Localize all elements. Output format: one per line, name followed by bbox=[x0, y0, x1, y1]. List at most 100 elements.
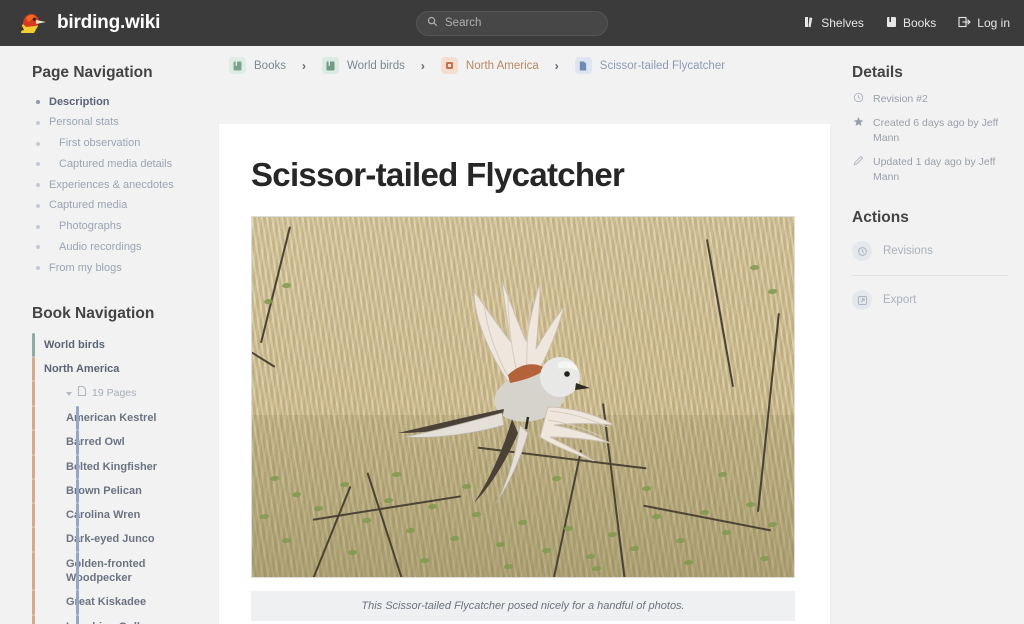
pagenav-item-captured-media[interactable]: Captured media bbox=[32, 196, 205, 217]
pencil-icon bbox=[852, 155, 864, 185]
detail-text: Updated 1 day ago by Jeff Mann bbox=[873, 155, 996, 183]
chapter-color-bar bbox=[32, 478, 35, 504]
breadcrumb-label: World birds bbox=[346, 59, 405, 72]
booknav-page-belted-kingfisher[interactable]: Belted Kingfisher bbox=[32, 454, 205, 479]
pagenav-item-description[interactable]: Description bbox=[32, 92, 205, 113]
search-container[interactable]: Search bbox=[416, 10, 608, 36]
nav-login[interactable]: Log in bbox=[958, 16, 1010, 31]
clock-icon bbox=[852, 92, 864, 108]
booknav-page-carolina-wren[interactable]: Carolina Wren bbox=[32, 503, 205, 528]
action-export[interactable]: Export bbox=[852, 290, 1008, 311]
booknav-page-american-kestrel[interactable]: American Kestrel bbox=[32, 405, 205, 431]
chapter-color-bar bbox=[32, 357, 35, 382]
nav-books[interactable]: Books bbox=[886, 16, 936, 31]
pagenav-label: Captured media bbox=[49, 199, 128, 212]
book-icon bbox=[229, 57, 246, 74]
page-navigation-list: Description Personal stats First observa… bbox=[32, 92, 205, 279]
brand[interactable]: birding.wiki bbox=[14, 6, 160, 40]
pagenav-label: Photographs bbox=[59, 220, 122, 232]
breadcrumb-current-page[interactable]: Scissor-tailed Flycatcher bbox=[574, 57, 726, 74]
booknav-page-dark-eyed-junco[interactable]: Dark-eyed Junco bbox=[32, 527, 205, 552]
bullet-icon bbox=[36, 203, 40, 208]
detail-text: Revision #2 bbox=[873, 93, 928, 105]
nav-shelves-label: Shelves bbox=[821, 16, 864, 30]
pagenav-item-audio-recordings[interactable]: Audio recordings bbox=[32, 237, 205, 258]
nav-shelves[interactable]: Shelves bbox=[804, 16, 864, 31]
header-nav: Shelves Books Log in bbox=[804, 16, 1010, 31]
detail-revision: Revision #2 bbox=[852, 92, 1008, 108]
breadcrumb-separator: › bbox=[554, 58, 559, 73]
pagenav-item-experiences-anecdotes[interactable]: Experiences & anecdotes bbox=[32, 175, 205, 196]
search-icon bbox=[427, 14, 438, 32]
booknav-page-label: Dark-eyed Junco bbox=[66, 533, 155, 546]
pagenav-item-first-observation[interactable]: First observation bbox=[32, 134, 205, 155]
main-column: Books › World birds › North America › Sc… bbox=[205, 46, 844, 624]
booknav-page-label: Belted Kingfisher bbox=[66, 460, 158, 473]
page-icon bbox=[574, 57, 592, 74]
pagenav-label: Captured media details bbox=[59, 157, 173, 170]
pagenav-item-from-my-blogs[interactable]: From my blogs bbox=[32, 258, 205, 279]
breadcrumb: Books › World birds › North America › Sc… bbox=[219, 46, 830, 85]
booknav-chapter-north-america[interactable]: North America bbox=[32, 357, 205, 382]
details-heading: Details bbox=[852, 64, 903, 81]
booknav-page-barred-owl[interactable]: Barred Owl bbox=[32, 430, 205, 455]
action-label: Revisions bbox=[883, 245, 933, 258]
chapter-color-bar bbox=[32, 405, 35, 431]
breadcrumb-separator: › bbox=[420, 58, 425, 73]
booknav-page-label: American Kestrel bbox=[66, 411, 157, 424]
bird-photograph[interactable] bbox=[251, 216, 795, 578]
page-color-bar bbox=[76, 527, 79, 552]
pagenav-label: Personal stats bbox=[49, 116, 119, 129]
bullet-icon bbox=[36, 224, 40, 229]
bullet-icon bbox=[36, 120, 40, 125]
bullet-icon bbox=[36, 162, 40, 167]
booknav-book-world-birds[interactable]: World birds bbox=[32, 332, 205, 358]
details-list: Revision #2 Created 6 days ago by Jeff M… bbox=[852, 92, 1008, 185]
actions-divider bbox=[852, 275, 1008, 277]
pagenav-label: Description bbox=[49, 95, 110, 108]
action-revisions[interactable]: Revisions bbox=[852, 241, 1008, 262]
chapter-color-bar bbox=[32, 551, 35, 591]
page-icon bbox=[78, 386, 86, 401]
pagenav-item-captured-media-details[interactable]: Captured media details bbox=[32, 154, 205, 175]
breadcrumb-label: Scissor-tailed Flycatcher bbox=[599, 59, 726, 72]
page-color-bar bbox=[76, 551, 79, 591]
booknav-pages-count[interactable]: 19 Pages bbox=[32, 381, 205, 406]
page-color-bar bbox=[76, 405, 79, 431]
breadcrumb-books[interactable]: Books bbox=[229, 57, 286, 74]
bullet-icon bbox=[36, 141, 40, 146]
pagenav-item-photographs[interactable]: Photographs bbox=[32, 217, 205, 238]
pagenav-item-personal-stats[interactable]: Personal stats bbox=[32, 113, 205, 134]
chapter-color-bar bbox=[32, 614, 35, 624]
bullet-icon bbox=[36, 183, 40, 187]
breadcrumb-north-america[interactable]: North America bbox=[440, 57, 539, 74]
detail-created: Created 6 days ago by Jeff Mann bbox=[852, 116, 1008, 146]
page-color-bar bbox=[76, 590, 79, 615]
booknav-page-label: Barred Owl bbox=[66, 436, 125, 449]
pagenav-label: First observation bbox=[59, 137, 141, 149]
chevron-down-icon[interactable] bbox=[66, 391, 72, 396]
booknav-page-golden-fronted-woodpecker[interactable]: Golden-fronted Woodpecker bbox=[32, 551, 205, 591]
chapter-color-bar bbox=[32, 381, 35, 406]
booknav-page-brown-pelican[interactable]: Brown Pelican bbox=[32, 478, 205, 504]
search-placeholder: Search bbox=[445, 17, 482, 29]
breadcrumb-label: Books bbox=[254, 59, 286, 72]
flycatcher-illustration bbox=[398, 280, 615, 504]
right-sidebar: Details Revision #2 Created 6 days ago b… bbox=[844, 46, 1024, 624]
booknav-page-label: Golden-fronted Woodpecker bbox=[66, 557, 146, 585]
detail-text: Created 6 days ago by Jeff Mann bbox=[873, 117, 999, 145]
left-sidebar: Page Navigation Description Personal sta… bbox=[0, 46, 205, 624]
search-input[interactable]: Search bbox=[416, 10, 608, 36]
page-body: Page Navigation Description Personal sta… bbox=[0, 46, 1024, 624]
page-color-bar bbox=[76, 478, 79, 504]
booknav-page-laughing-gull[interactable]: Laughing Gull bbox=[32, 614, 205, 624]
pages-count-label: 19 Pages bbox=[92, 386, 137, 399]
page-title: Scissor-tailed Flycatcher bbox=[251, 156, 625, 193]
chapter-color-bar bbox=[32, 503, 35, 528]
bullet-icon bbox=[36, 245, 40, 250]
app-header: birding.wiki Search Shelves Books Log in bbox=[0, 0, 1024, 46]
breadcrumb-world-birds[interactable]: World birds bbox=[321, 57, 405, 74]
actions-list: Revisions Export bbox=[852, 241, 1008, 311]
breadcrumb-label: North America bbox=[465, 59, 539, 72]
booknav-page-great-kiskadee[interactable]: Great Kiskadee bbox=[32, 590, 205, 615]
